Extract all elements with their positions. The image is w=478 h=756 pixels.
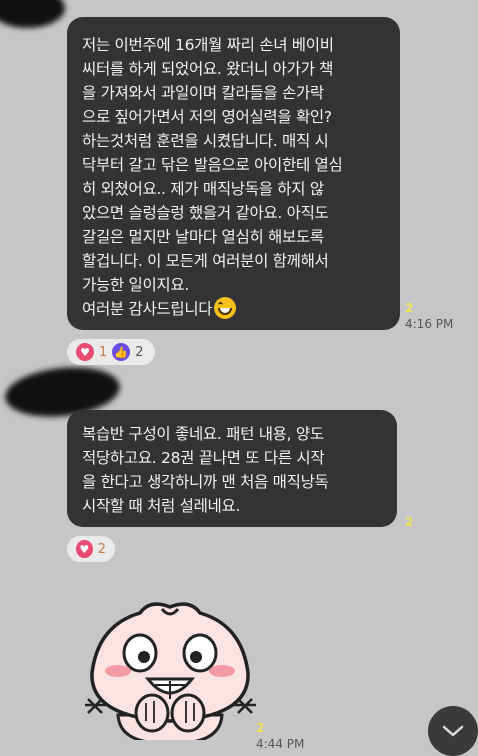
message-line: 복습반 구성이 좋네요. 패턴 내용, 양도 — [82, 425, 324, 443]
heart-icon: ♥ — [76, 343, 94, 361]
unread-count: 2 — [256, 721, 265, 735]
apeach-sticker[interactable] — [80, 595, 260, 745]
message-time: 4:16 PM — [405, 317, 454, 331]
message-line: 씨터를 하게 되었어요. 왔더니 아가가 책 — [82, 60, 334, 78]
apeach-sticker-image — [85, 602, 256, 745]
message-line: 할겁니다. 이 모든게 여러분이 함께해서 — [82, 252, 329, 270]
reactions-bar-1[interactable]: ♥ 1 👍 2 — [67, 339, 155, 365]
reactions-bar-2[interactable]: ♥ 2 — [67, 536, 115, 562]
message-line: 시작할 때 처럼 설레네요. — [82, 497, 241, 515]
redacted-avatar-top — [0, 0, 65, 28]
unread-count: 2 — [405, 515, 414, 529]
heart-icon: ♥ — [76, 540, 93, 558]
message-line: 닥부터 갈고 닦은 발음으로 아이한테 열심 — [82, 156, 343, 174]
message-bubble-1[interactable]: 저는 이번주에 16개월 짜리 손녀 베이비 씨터를 하게 되었어요. 왔더니 … — [67, 17, 400, 330]
like-count: 2 — [135, 344, 144, 360]
heart-count: 1 — [99, 344, 108, 360]
message-line: 저는 이번주에 16개월 짜리 손녀 베이비 — [82, 36, 334, 54]
message-line: 을 가져와서 과일이며 칼라들을 손가락 — [82, 84, 324, 102]
thumbs-up-icon: 👍 — [112, 343, 131, 361]
message-line: 히 외쳤어요.. 제가 매직낭독을 하지 않 — [82, 180, 324, 198]
message-line: 갈길은 멀지만 날마다 열심히 해보도록 — [82, 228, 324, 246]
grinning-face-emoji-icon — [214, 297, 237, 319]
heart-count: 2 — [97, 541, 106, 557]
message-line: 하는것처럼 훈련을 시켰답니다. 매직 시 — [82, 132, 329, 150]
message-line: 을 한다고 생각하니까 맨 처음 매직낭독 — [82, 473, 329, 491]
unread-count: 2 — [405, 301, 414, 315]
message-line: 가능한 일이지요. — [82, 276, 189, 294]
message-line-text: 여러분 감사드립니다 — [82, 300, 213, 318]
message-line: 적당하고요. 28권 끝나면 또 다른 시작 — [82, 449, 325, 467]
message-line: 았으면 슬렁슬렁 했을거 같아요. 아직도 — [82, 204, 329, 222]
message-line: 으로 짚어가면서 저의 영어실력을 확인? — [82, 108, 332, 126]
scroll-to-bottom-button[interactable] — [428, 706, 478, 756]
message-line-last: 여러분 감사드립니다 — [82, 297, 392, 321]
message-time: 4:44 PM — [256, 737, 305, 751]
message-bubble-2[interactable]: 복습반 구성이 좋네요. 패턴 내용, 양도 적당하고요. 28권 끝나면 또 … — [67, 410, 397, 527]
chevron-down-icon — [442, 725, 464, 737]
